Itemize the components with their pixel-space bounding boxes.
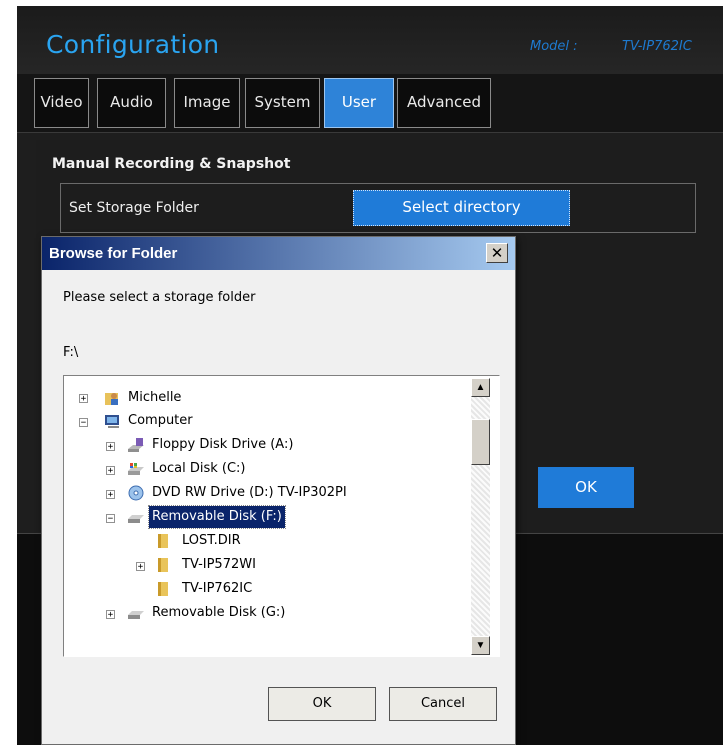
page-title: Configuration: [46, 30, 220, 59]
user-folder-icon: [105, 393, 118, 405]
expand-icon[interactable]: +: [79, 394, 88, 404]
folder-icon: [158, 534, 168, 548]
floppy-drive-icon: [128, 438, 144, 452]
tree-item-michelle[interactable]: Michelle: [125, 387, 184, 409]
config-ok-button[interactable]: OK: [538, 467, 634, 508]
folder-icon: [158, 582, 168, 596]
close-icon[interactable]: ✕: [486, 243, 508, 263]
dialog-cancel-button[interactable]: Cancel: [389, 687, 497, 721]
browse-folder-dialog: Browse for Folder ✕ Please select a stor…: [41, 236, 516, 745]
tree-item-removable-g[interactable]: Removable Disk (G:): [149, 602, 288, 624]
tree-item-tv-ip762ic[interactable]: TV-IP762IC: [179, 578, 255, 600]
computer-icon: [105, 415, 119, 428]
left-margin: [0, 0, 17, 745]
collapse-icon[interactable]: −: [79, 418, 88, 428]
expand-icon[interactable]: +: [106, 466, 115, 476]
tree-item-dvd-drive[interactable]: DVD RW Drive (D:) TV-IP302PI: [149, 482, 350, 504]
removable-disk-icon: [128, 515, 144, 523]
tree-item-label: Floppy Disk Drive (A:): [152, 437, 294, 452]
section-title: Manual Recording & Snapshot: [52, 156, 291, 172]
tree-item-label: Removable Disk (F:): [148, 505, 286, 529]
scrollbar-thumb[interactable]: [471, 419, 490, 465]
dialog-title: Browse for Folder: [49, 245, 178, 262]
dvd-drive-icon: [128, 485, 144, 501]
dialog-prompt: Please select a storage folder: [63, 290, 256, 305]
folder-tree[interactable]: + Michelle − Computer + Floppy Disk Driv…: [63, 375, 500, 657]
tree-item-label: Removable Disk (G:): [152, 605, 286, 620]
tree-item-lost-dir[interactable]: LOST.DIR: [179, 530, 244, 552]
tree-item-label: TV-IP572WI: [182, 557, 256, 572]
tab-advanced[interactable]: Advanced: [397, 78, 491, 128]
local-disk-icon: [128, 463, 144, 475]
scroll-up-icon[interactable]: ▲: [471, 378, 490, 397]
tree-item-label: Computer: [128, 413, 193, 428]
model-label: Model :: [530, 39, 578, 54]
scroll-down-icon[interactable]: ▼: [471, 636, 490, 655]
tab-audio[interactable]: Audio: [97, 78, 166, 128]
dialog-ok-button[interactable]: OK: [268, 687, 376, 721]
selected-path: F:\: [63, 345, 79, 360]
tree-item-label: TV-IP762IC: [182, 581, 253, 596]
tab-system[interactable]: System: [245, 78, 320, 128]
expand-icon[interactable]: +: [136, 562, 145, 572]
tree-item-tv-ip572wi[interactable]: TV-IP572WI: [179, 554, 259, 576]
tree-item-label: Michelle: [128, 390, 182, 405]
folder-icon: [158, 558, 168, 572]
tab-image[interactable]: Image: [174, 78, 240, 128]
tree-item-computer[interactable]: Computer: [125, 410, 196, 432]
tab-user[interactable]: User: [324, 78, 394, 128]
camera-config-app: Configuration Model : TV-IP762IC Video A…: [0, 0, 723, 745]
tree-item-label: DVD RW Drive (D:) TV-IP302PI: [152, 485, 347, 500]
tree-item-removable-f[interactable]: Removable Disk (F:): [148, 505, 286, 529]
tree-scrollbar[interactable]: ▲ ▼: [471, 378, 490, 655]
expand-icon[interactable]: +: [106, 490, 115, 500]
select-directory-button[interactable]: Select directory: [353, 190, 570, 226]
tab-video[interactable]: Video: [34, 78, 89, 128]
removable-disk-icon: [128, 611, 144, 619]
tree-item-label: LOST.DIR: [182, 533, 241, 548]
tree-item-local-disk[interactable]: Local Disk (C:): [149, 458, 248, 480]
expand-icon[interactable]: +: [106, 610, 115, 620]
storage-folder-label: Set Storage Folder: [69, 200, 199, 216]
expand-icon[interactable]: +: [106, 442, 115, 452]
tree-item-floppy[interactable]: Floppy Disk Drive (A:): [149, 434, 296, 456]
collapse-icon[interactable]: −: [106, 514, 115, 524]
model-value: TV-IP762IC: [622, 39, 692, 54]
tree-item-label: Local Disk (C:): [152, 461, 246, 476]
